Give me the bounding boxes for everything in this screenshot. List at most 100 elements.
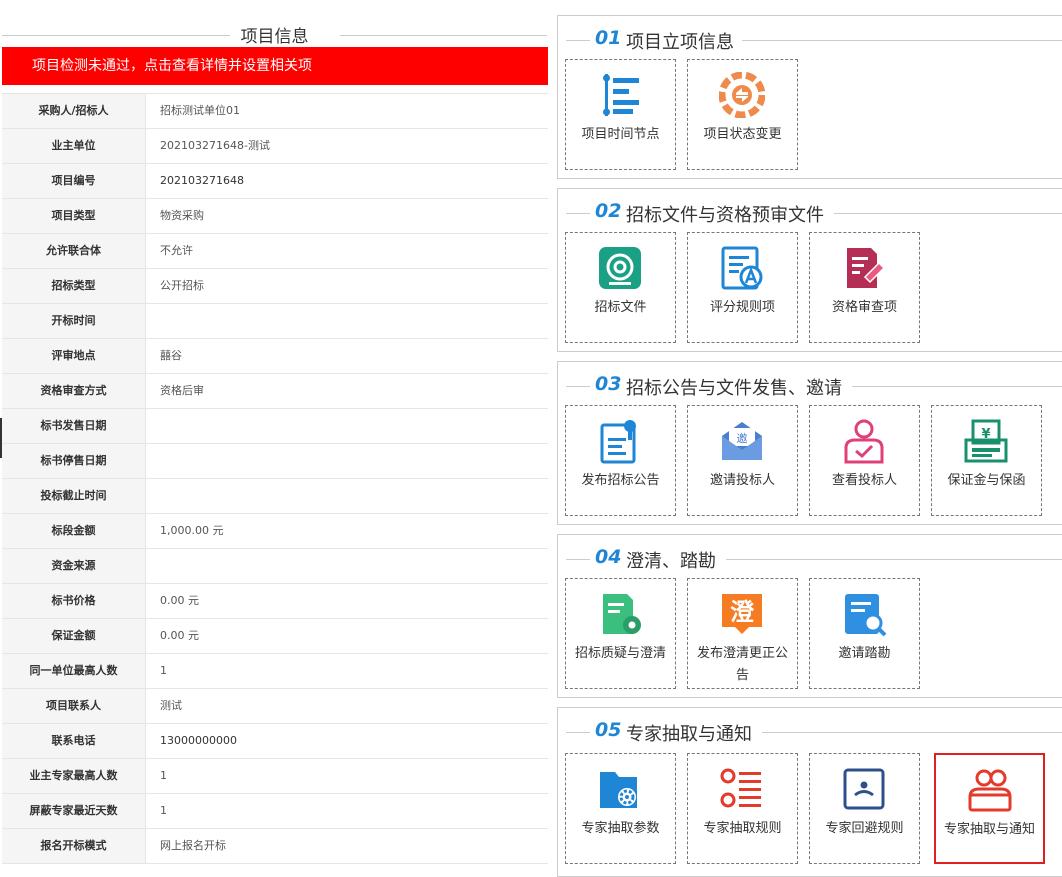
scoring-rules-icon (721, 246, 763, 290)
info-row: 保证金额 0.00 元 (2, 619, 548, 654)
tile-label: 专家抽取规则 (703, 821, 782, 836)
info-row: 招标类型 公开招标 (2, 269, 548, 304)
tile-project-time-nodes[interactable]: 项目时间节点 (565, 59, 676, 170)
info-value: 202103271648-测试 (160, 139, 270, 152)
info-label: 投标截止时间 (2, 479, 146, 513)
tile-tender-document[interactable]: 招标文件 (565, 232, 676, 343)
section-title: 项目立项信息 (626, 32, 734, 53)
tender-document-icon (599, 247, 641, 289)
project-info-title: 项目信息 (240, 27, 309, 47)
info-value (146, 444, 548, 478)
tile-view-bidder[interactable]: 查看投标人 (809, 405, 920, 516)
info-value: 物资采购 (160, 209, 204, 222)
info-label: 评审地点 (2, 339, 146, 373)
info-value: 测试 (160, 699, 182, 712)
tile-label: 专家抽取参数 (581, 821, 660, 836)
project-info-header: 项目信息 (0, 22, 549, 48)
tile-query-clarify[interactable]: 招标质疑与澄清 (565, 578, 676, 689)
section-05-header: 05 专家抽取与通知 (558, 718, 1062, 745)
tile-label: 项目状态变更 (703, 127, 782, 142)
tile-label: 查看投标人 (831, 473, 897, 488)
left-edge-marker (0, 418, 2, 458)
info-value: 0.00 元 (160, 629, 199, 642)
info-row: 采购人/招标人 招标测试单位01 (2, 94, 548, 129)
section-04: 04 澄清、踏勘 招标质疑与澄清 澄 发布澄清更正公告 邀请踏勘 (557, 534, 1062, 698)
info-label: 标书停售日期 (2, 444, 146, 478)
tile-expert-params[interactable]: 专家抽取参数 (565, 753, 676, 864)
info-row: 屏蔽专家最近天数 1 (2, 794, 548, 829)
info-value: 0.00 元 (160, 594, 199, 607)
info-value: 13000000000 (160, 734, 237, 747)
tile-label: 发布招标公告 (581, 473, 660, 488)
info-row: 联系电话 13000000000 (2, 724, 548, 759)
tile-project-status-change[interactable]: 项目状态变更 (687, 59, 798, 170)
info-row: 业主专家最高人数 1 (2, 759, 548, 794)
info-label: 业主专家最高人数 (2, 759, 146, 793)
info-row: 报名开标模式 网上报名开标 (2, 829, 548, 864)
info-value (146, 549, 548, 583)
info-label: 资格审查方式 (2, 374, 146, 408)
tile-label: 招标质疑与澄清 (574, 646, 666, 661)
tile-expert-rules[interactable]: 专家抽取规则 (687, 753, 798, 864)
info-row: 开标时间 (2, 304, 548, 339)
section-05: 05 专家抽取与通知 专家抽取参数 专家抽取规则 专家回避规则 专家抽取与通知 (557, 707, 1062, 877)
info-value: 网上报名开标 (160, 839, 226, 852)
section-number: 04 (595, 546, 622, 568)
info-row: 同一单位最高人数 1 (2, 654, 548, 689)
section-02: 02 招标文件与资格预审文件 招标文件 评分规则项 资格审查项 (557, 188, 1062, 352)
site-visit-icon (845, 594, 887, 637)
tile-publish-notice[interactable]: 发布招标公告 (565, 405, 676, 516)
expert-rules-icon (720, 768, 761, 808)
info-value (146, 304, 548, 338)
info-row: 项目联系人 测试 (2, 689, 548, 724)
info-label: 联系电话 (2, 724, 146, 758)
section-title: 招标公告与文件发售、邀请 (626, 378, 842, 399)
info-label: 标书价格 (2, 584, 146, 618)
tile-expert-avoid[interactable]: 专家回避规则 (809, 753, 920, 864)
tile-label: 招标文件 (594, 300, 647, 315)
info-row: 标段金额 1,000.00 元 (2, 514, 548, 549)
view-bidder-icon (844, 419, 884, 464)
tile-label: 项目时间节点 (581, 127, 660, 142)
info-row: 项目类型 物资采购 (2, 199, 548, 234)
info-value: 公开招标 (160, 279, 204, 292)
info-label: 同一单位最高人数 (2, 654, 146, 688)
info-value (146, 479, 548, 513)
tile-label: 评分规则项 (709, 300, 775, 315)
info-value: 1 (160, 664, 167, 677)
info-row: 业主单位 202103271648-测试 (2, 129, 548, 164)
tile-clarify-notice[interactable]: 澄 发布澄清更正公告 (687, 578, 798, 689)
info-label: 业主单位 (2, 129, 146, 163)
project-info-panel: 项目信息 项目检测未通过，点击查看详情并设置相关项 采购人/招标人 招标测试单位0… (0, 0, 549, 871)
tile-scoring-rules[interactable]: 评分规则项 (687, 232, 798, 343)
info-value: 囍谷 (160, 349, 182, 362)
info-value: 招标测试单位01 (160, 104, 240, 117)
tile-label: 保证金与保函 (947, 473, 1026, 488)
info-label: 允许联合体 (2, 234, 146, 268)
info-value: 202103271648 (160, 174, 244, 187)
section-title: 专家抽取与通知 (626, 724, 752, 745)
info-row: 投标截止时间 (2, 479, 548, 514)
info-row: 标书停售日期 (2, 444, 548, 479)
publish-notice-icon (600, 420, 636, 464)
tile-expert-notify[interactable]: 专家抽取与通知 (934, 753, 1045, 864)
section-number: 02 (595, 200, 622, 222)
tile-invite-bidder[interactable]: 邀 邀请投标人 (687, 405, 798, 516)
tile-site-visit[interactable]: 邀请踏勘 (809, 578, 920, 689)
tile-label: 发布澄清更正公告 (696, 646, 788, 683)
info-row: 资格审查方式 资格后审 (2, 374, 548, 409)
info-value: 1 (160, 804, 167, 817)
check-failed-alert[interactable]: 项目检测未通过，点击查看详情并设置相关项 (2, 47, 548, 85)
workflow-panel: 01 项目立项信息 项目时间节点 项目状态变更 02 招标文件与资格预审文件 招… (557, 0, 1062, 877)
section-02-header: 02 招标文件与资格预审文件 (558, 199, 1062, 226)
tile-label: 邀请投标人 (709, 473, 775, 488)
svg-text:邀: 邀 (737, 431, 748, 445)
tile-qualification-review[interactable]: 资格审查项 (809, 232, 920, 343)
info-row: 允许联合体 不允许 (2, 234, 548, 269)
section-03: 03 招标公告与文件发售、邀请 发布招标公告 邀 邀请投标人 查看投标人 ¥ 保… (557, 361, 1062, 525)
tile-deposit-guarantee[interactable]: ¥ 保证金与保函 (931, 405, 1042, 516)
info-value: 1 (160, 769, 167, 782)
info-row: 项目编号 202103271648 (2, 164, 548, 199)
info-label: 保证金额 (2, 619, 146, 653)
clarify-notice-icon: 澄 (722, 594, 762, 634)
